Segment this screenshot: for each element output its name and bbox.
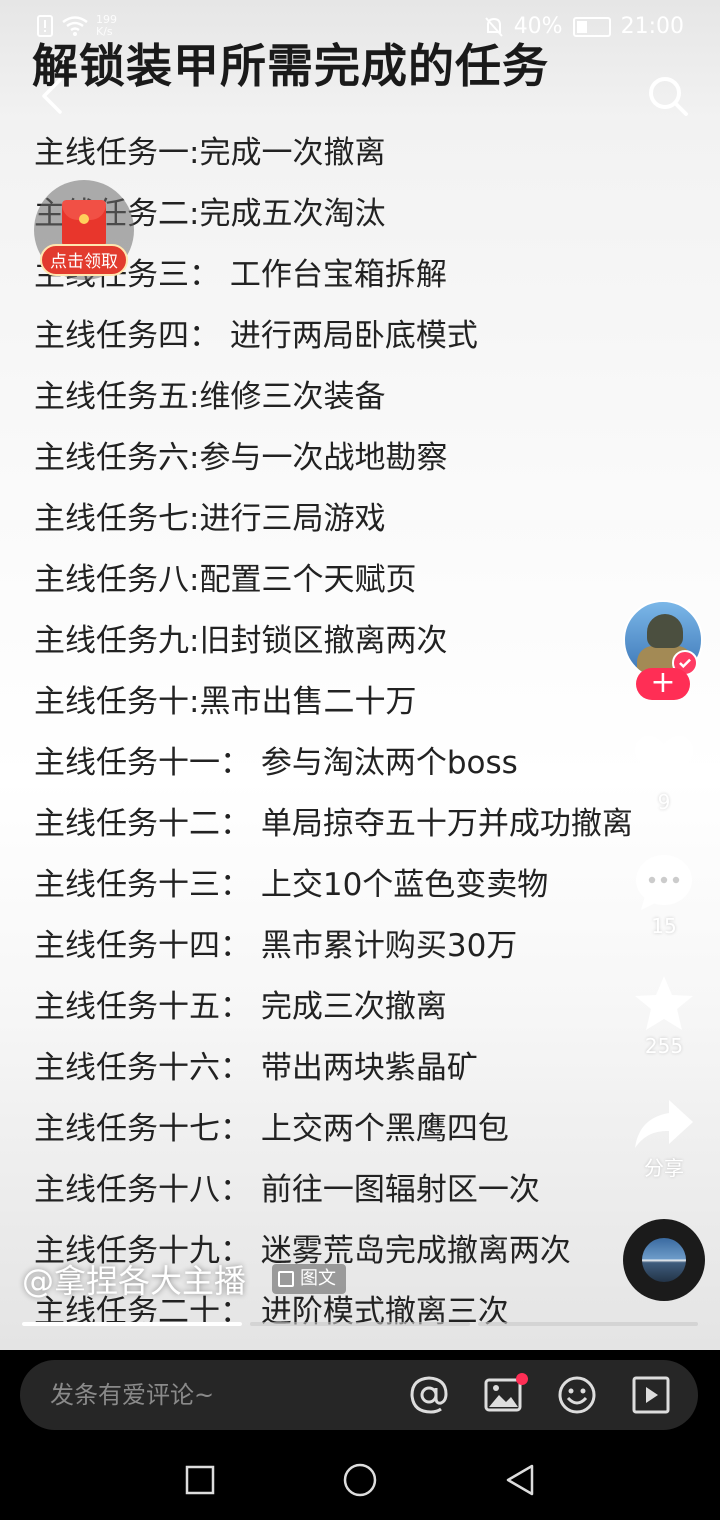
task-item: 主线任务九:旧封锁区撤离两次 — [34, 623, 448, 659]
task-item: 主线任务十四： 黑市累计购买30万 — [34, 928, 518, 964]
task-item: 主线任务三： 工作台宝箱拆解 — [34, 257, 447, 293]
task-item: 主线任务六:参与一次战地勘察 — [34, 440, 448, 476]
author-name[interactable]: @拿捏各大主播 — [22, 1256, 246, 1302]
favorite-button[interactable]: 255 — [628, 974, 700, 1058]
post-type-badge: 图文 — [272, 1264, 346, 1294]
share-label: 分享 — [644, 1156, 684, 1180]
mention-icon[interactable] — [409, 1375, 449, 1415]
task-item: 主线任务十八： 前往一图辐射区一次 — [34, 1172, 540, 1208]
share-button[interactable]: 分享 — [628, 1098, 700, 1181]
image-text-icon — [278, 1271, 294, 1287]
emoji-icon[interactable] — [557, 1375, 597, 1415]
image-progress-indicator — [22, 1322, 698, 1326]
follow-button[interactable]: + — [636, 668, 690, 700]
task-item: 主线任务四： 进行两局卧底模式 — [34, 318, 478, 354]
battery-level — [576, 20, 587, 33]
music-disc[interactable] — [623, 1219, 705, 1301]
post-type-label: 图文 — [300, 1268, 336, 1289]
task-list: 主线任务一:完成一次撤离 主线任务二:完成五次淘汰 主线任务三： 工作台宝箱拆解 主线… — [34, 128, 684, 1348]
clock: 21:00 — [620, 14, 684, 39]
home-icon[interactable] — [342, 1462, 378, 1498]
task-item: 主线任务十七： 上交两个黑鹰四包 — [34, 1111, 509, 1147]
like-count: 9 — [657, 790, 671, 814]
red-packet-button[interactable]: 点击领取 — [34, 180, 134, 280]
post-viewer: 199 K/s 40% 21:00 解锁装甲所需完成的任务 主线任务一:完成一次… — [0, 0, 720, 1350]
favorite-count: 255 — [644, 1034, 684, 1058]
task-item: 主线任务七:进行三局游戏 — [34, 501, 386, 537]
comment-button[interactable]: 15 — [628, 852, 700, 938]
task-item: 主线任务五:维修三次装备 — [34, 379, 386, 415]
task-item: 主线任务一:完成一次撤离 — [34, 135, 386, 171]
video-reply-icon[interactable] — [631, 1375, 671, 1415]
progress-segment — [22, 1322, 242, 1326]
task-item: 主线任务十五： 完成三次撤离 — [34, 989, 447, 1025]
progress-segment — [478, 1322, 698, 1326]
like-button[interactable]: 9 — [628, 732, 700, 814]
task-item: 主线任务十三： 上交10个蓝色变卖物 — [34, 867, 549, 903]
system-nav-bar — [0, 1440, 720, 1520]
back-arrow-icon[interactable] — [34, 76, 74, 116]
task-item: 主线任务十六： 带出两块紫晶矿 — [34, 1050, 478, 1086]
task-item: 主线任务十二： 单局掠夺五十万并成功撤离 — [34, 806, 633, 842]
post-title: 解锁装甲所需完成的任务 — [32, 39, 549, 93]
task-item: 主线任务十一： 参与淘汰两个boss — [34, 745, 518, 781]
comment-count: 15 — [651, 914, 677, 938]
star-icon — [635, 976, 693, 1030]
comment-icon — [636, 855, 692, 910]
task-item: 主线任务八:配置三个天赋页 — [34, 562, 417, 598]
comment-bar: 发条有爱评论~ — [20, 1360, 698, 1430]
comment-input[interactable]: 发条有爱评论~ — [50, 1360, 214, 1430]
heart-icon — [635, 735, 693, 786]
share-arrow-icon — [635, 1100, 693, 1148]
recent-apps-icon[interactable] — [182, 1462, 218, 1498]
battery-icon — [572, 16, 611, 37]
red-packet-label: 点击领取 — [40, 244, 128, 276]
image-notification-dot — [516, 1373, 528, 1385]
progress-fill — [22, 1322, 242, 1326]
search-icon[interactable] — [646, 74, 690, 118]
back-icon[interactable] — [502, 1462, 538, 1498]
task-item: 主线任务十:黑市出售二十万 — [34, 684, 417, 720]
progress-segment — [250, 1322, 470, 1326]
red-envelope-icon — [62, 200, 106, 248]
